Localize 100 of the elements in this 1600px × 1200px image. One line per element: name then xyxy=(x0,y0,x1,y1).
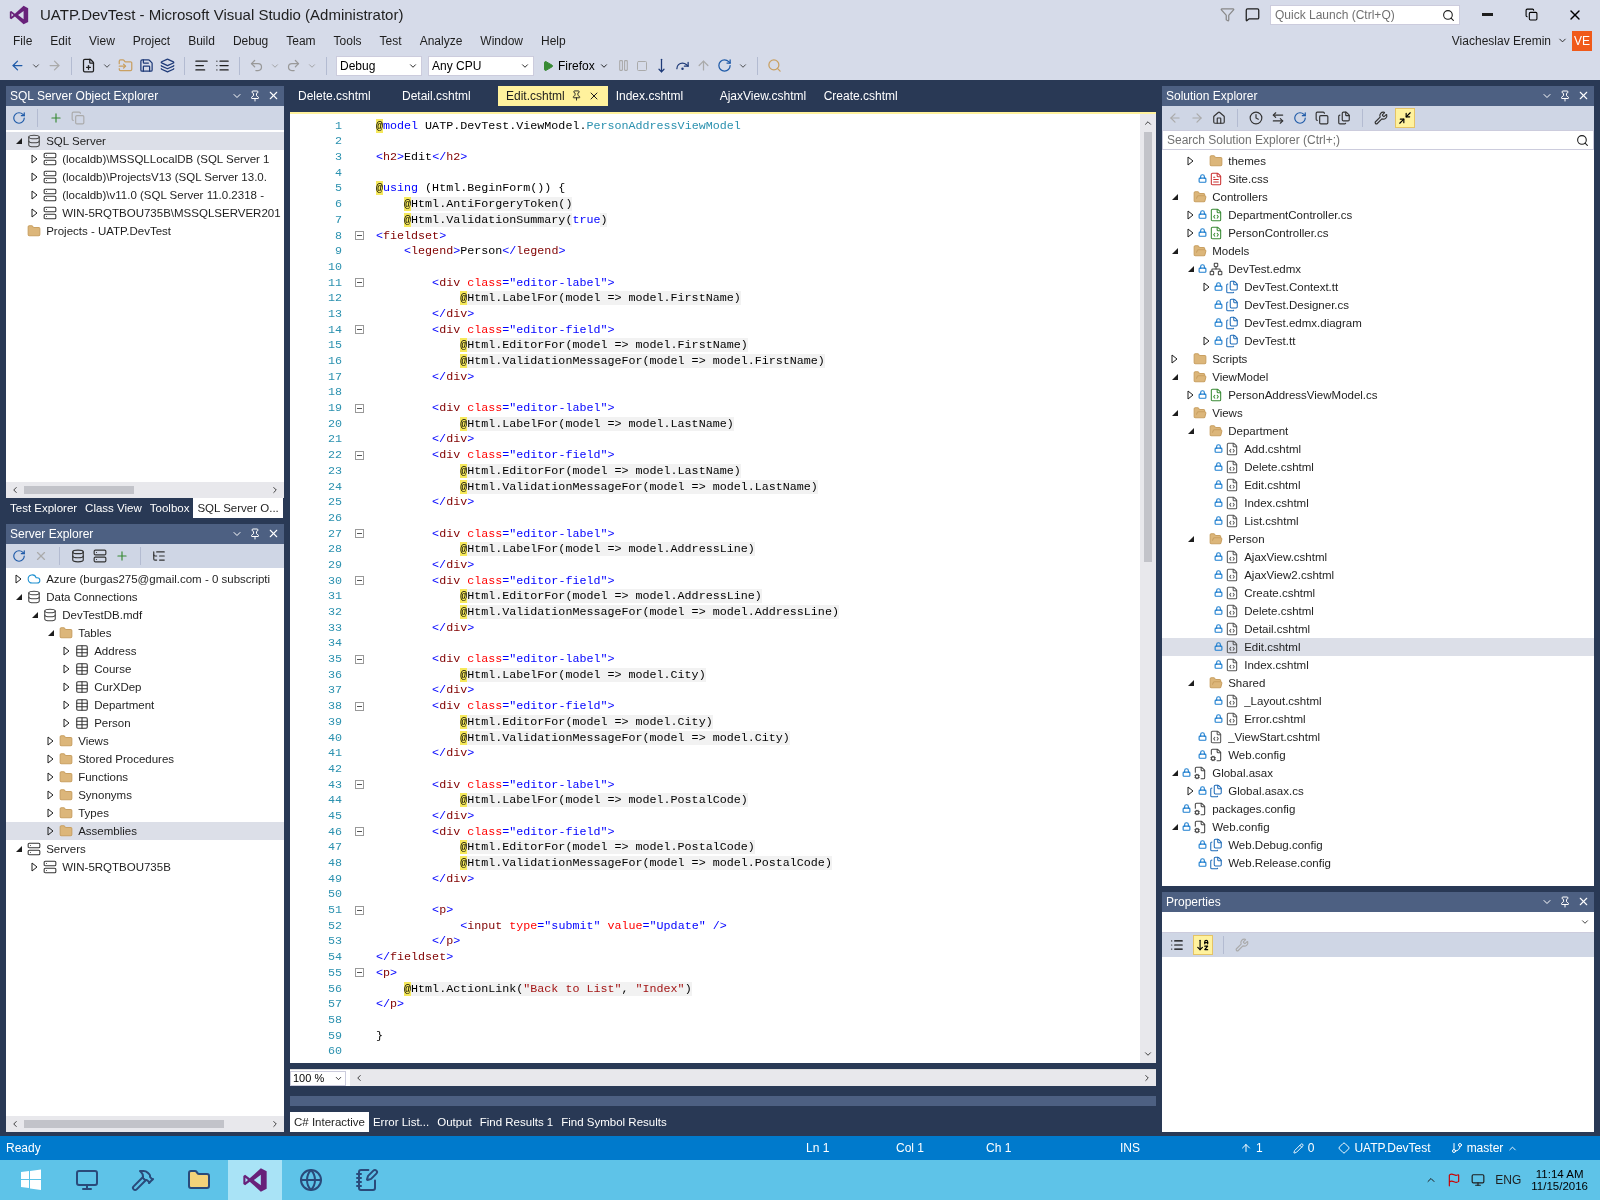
collapse-icon[interactable] xyxy=(354,529,364,539)
tree-item[interactable]: SQL Server xyxy=(6,131,284,150)
push-count[interactable]: 1 xyxy=(1240,1141,1263,1156)
tool-tab[interactable]: Error List... xyxy=(368,1112,434,1133)
expander-icon[interactable] xyxy=(1186,426,1195,435)
expander-icon[interactable] xyxy=(47,825,54,836)
pin-icon[interactable] xyxy=(570,90,582,102)
tree-item[interactable]: Shared xyxy=(1162,673,1594,692)
collapse-icon[interactable] xyxy=(354,780,364,790)
tree-item[interactable]: Web.Release.config xyxy=(1162,853,1594,872)
tree-item[interactable]: Web.config xyxy=(1162,745,1594,764)
document-tab[interactable]: Create.cshtml xyxy=(815,85,920,106)
outdent-icon[interactable] xyxy=(194,58,209,74)
home-icon[interactable] xyxy=(1212,110,1226,125)
tree-item[interactable]: Views xyxy=(6,731,284,750)
tree-item[interactable]: Person xyxy=(6,713,284,732)
show-all-files-icon[interactable] xyxy=(1337,110,1351,125)
tree-item[interactable]: Add.cshtml xyxy=(1162,439,1594,458)
menu-item[interactable]: Project xyxy=(123,31,180,50)
flag-icon[interactable] xyxy=(1447,1173,1462,1187)
repository-selector[interactable]: UATP.DevTest xyxy=(1338,1141,1431,1156)
tree-item[interactable]: Detail.cshtml xyxy=(1162,619,1594,638)
expander-icon[interactable] xyxy=(31,171,38,182)
tree-item[interactable]: Tables xyxy=(6,623,284,642)
tree-item[interactable]: Azure (burgas275@gmail.com - 0 subscripti xyxy=(6,569,284,588)
menu-item[interactable]: File xyxy=(4,31,42,50)
tree-item[interactable]: List.cshtml xyxy=(1162,511,1594,530)
expander-icon[interactable] xyxy=(1187,389,1194,400)
tree-item[interactable]: DevTest.edmx xyxy=(1162,259,1594,278)
tree-item[interactable]: Models xyxy=(1162,241,1594,260)
network-icon[interactable] xyxy=(1471,1173,1486,1187)
new-item-icon[interactable] xyxy=(81,58,96,74)
tree-item[interactable]: (localdb)\v11.0 (SQL Server 11.0.2318 - xyxy=(6,185,284,204)
expander-icon[interactable] xyxy=(1170,372,1179,381)
expander-icon[interactable] xyxy=(1170,246,1179,255)
menu-item[interactable]: Test xyxy=(370,31,411,50)
tree-item[interactable]: Create.cshtml xyxy=(1162,583,1594,602)
tree-item[interactable]: PersonAddressViewModel.cs xyxy=(1162,385,1594,404)
collapse-icon[interactable] xyxy=(354,968,364,978)
tree-item[interactable]: DevTestDB.mdf xyxy=(6,605,284,624)
menu-item[interactable]: View xyxy=(80,31,124,50)
expander-icon[interactable] xyxy=(14,592,23,601)
tree-item[interactable]: Types xyxy=(6,803,284,822)
tree-item[interactable]: Servers xyxy=(6,839,284,858)
expander-icon[interactable] xyxy=(46,628,55,637)
expander-icon[interactable] xyxy=(47,771,54,782)
expander-icon[interactable] xyxy=(31,861,38,872)
scrollbar-thumb[interactable] xyxy=(1144,131,1152,562)
menu-item[interactable]: Team xyxy=(277,31,325,50)
configuration-dropdown[interactable]: Debug xyxy=(336,55,422,76)
save-all-icon[interactable] xyxy=(160,58,175,74)
history-icon[interactable] xyxy=(1249,110,1263,125)
tree-item[interactable]: AjaxView2.cshtml xyxy=(1162,565,1594,584)
scrollbar-thumb[interactable] xyxy=(24,485,134,494)
expander-icon[interactable] xyxy=(1203,281,1210,292)
tree-item[interactable]: Index.cshtml xyxy=(1162,655,1594,674)
expander-icon[interactable] xyxy=(31,189,38,200)
panel-tab[interactable]: SQL Server O... xyxy=(193,497,283,518)
menu-item[interactable]: Tools xyxy=(324,31,371,50)
refresh-icon[interactable] xyxy=(1293,110,1307,125)
taskbar-button[interactable] xyxy=(228,1160,282,1200)
expander-icon[interactable] xyxy=(30,610,39,619)
tree-view-icon[interactable] xyxy=(152,548,166,563)
tree-item[interactable]: ViewModel xyxy=(1162,367,1594,386)
expander-icon[interactable] xyxy=(1186,534,1195,543)
tree-item[interactable]: _ViewStart.cshtml xyxy=(1162,727,1594,746)
tree-item[interactable]: Delete.cshtml xyxy=(1162,601,1594,620)
tree-item[interactable]: Error.cshtml xyxy=(1162,709,1594,728)
indent-icon[interactable] xyxy=(215,58,230,74)
feedback-icon[interactable] xyxy=(1245,7,1260,23)
expander-icon[interactable] xyxy=(47,807,54,818)
menu-item[interactable]: Debug xyxy=(223,31,278,50)
tree-item[interactable]: packages.config xyxy=(1162,799,1594,818)
tree-item[interactable]: DevTest.tt xyxy=(1162,331,1594,350)
pin-icon[interactable] xyxy=(249,89,261,102)
expander-icon[interactable] xyxy=(1170,768,1179,777)
tree-item[interactable]: Projects - UATP.DevTest xyxy=(6,221,284,240)
tree-item[interactable]: Course xyxy=(6,659,284,678)
refresh-icon[interactable] xyxy=(12,548,26,563)
tree-item[interactable]: DepartmentController.cs xyxy=(1162,205,1594,224)
tree-item[interactable]: Global.asax.cs xyxy=(1162,781,1594,800)
document-tab[interactable]: Index.cshtml xyxy=(607,85,712,106)
tree-item[interactable]: Web.Debug.config xyxy=(1162,835,1594,854)
collapse-icon[interactable] xyxy=(354,325,364,335)
expander-icon[interactable] xyxy=(63,681,70,692)
tree-item[interactable]: PersonController.cs xyxy=(1162,223,1594,242)
collapse-icon[interactable] xyxy=(354,278,364,288)
tree-item[interactable]: themes xyxy=(1162,151,1594,170)
scrollbar[interactable] xyxy=(350,1070,1156,1087)
refresh-icon[interactable] xyxy=(716,58,732,74)
expander-icon[interactable] xyxy=(63,663,70,674)
quick-launch-field[interactable]: Quick Launch (Ctrl+Q) xyxy=(1270,4,1460,25)
scrollbar-thumb[interactable] xyxy=(24,1120,224,1129)
tree-item[interactable]: Person xyxy=(1162,529,1594,548)
expander-icon[interactable] xyxy=(1186,264,1195,273)
edit-count[interactable]: 0 xyxy=(1292,1141,1315,1156)
expander-icon[interactable] xyxy=(1170,192,1179,201)
scrollbar[interactable] xyxy=(6,1116,284,1133)
properties-icon[interactable] xyxy=(1374,110,1388,125)
menu-item[interactable]: Help xyxy=(532,31,575,50)
